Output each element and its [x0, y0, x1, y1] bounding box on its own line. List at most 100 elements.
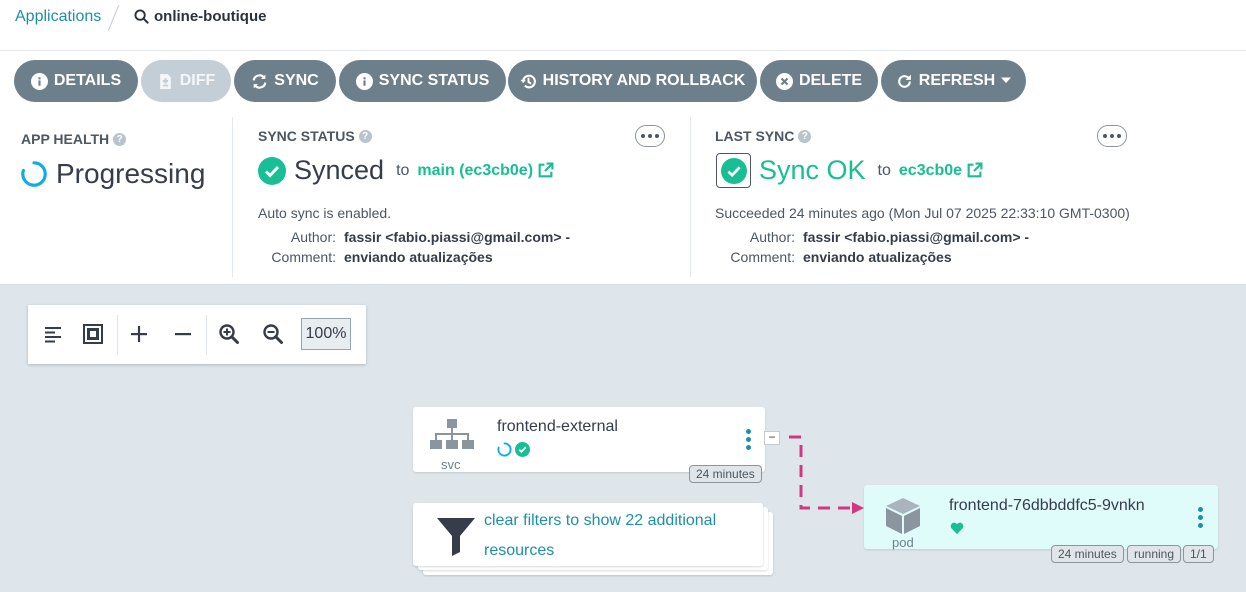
zoom-in-button[interactable]	[214, 319, 244, 349]
clear-filters-card[interactable]: clear filters to show 22 additional reso…	[413, 503, 763, 566]
sync-comment-row: Comment: enviando atualizações	[258, 249, 493, 265]
file-diff-icon	[157, 73, 174, 90]
last-sync-title: LAST SYNC ?	[715, 128, 812, 144]
pod-node[interactable]: pod frontend-76dbbddfc5-9vnkn	[864, 485, 1218, 550]
action-toolbar: DETAILS DIFF SYNC SYNC STATUS HISTORY AN…	[0, 51, 1246, 111]
panel-divider	[232, 117, 233, 277]
app-health-status-text: Progressing	[56, 158, 206, 189]
service-node[interactable]: svc frontend-external − 24 minutes	[413, 407, 780, 483]
breadcrumb-current: online-boutique	[134, 8, 266, 25]
network-service-icon	[430, 419, 474, 449]
sync-status-button[interactable]: SYNC STATUS	[339, 60, 506, 102]
external-link-icon	[538, 162, 554, 178]
last-sync-value: Sync OK to ec3cb0e	[716, 153, 983, 188]
last-sync-revision-link[interactable]: ec3cb0e	[899, 162, 983, 180]
minus-icon	[175, 333, 191, 336]
age-badge: 24 minutes	[1051, 545, 1124, 563]
last-sync-author-row: Author: fassir <fabio.piassi@gmail.com> …	[715, 229, 1029, 245]
help-icon[interactable]: ?	[798, 129, 812, 143]
progressing-icon	[497, 442, 512, 457]
app-health-title-text: APP HEALTH	[21, 131, 110, 147]
history-icon	[520, 73, 537, 90]
diff-button[interactable]: DIFF	[141, 60, 231, 102]
zoom-out-icon	[263, 324, 283, 344]
breadcrumb-applications-link[interactable]: Applications	[15, 8, 101, 26]
sync-author-row: Author: fassir <fabio.piassi@gmail.com> …	[258, 229, 570, 245]
node-menu-button[interactable]	[1198, 507, 1204, 528]
sync-revision-text: main (ec3cb0e)	[417, 161, 534, 179]
sync-icon	[251, 73, 268, 90]
history-rollback-button[interactable]: HISTORY AND ROLLBACK	[508, 60, 757, 102]
node-name: frontend-76dbbddfc5-9vnkn	[949, 497, 1145, 514]
app-health-title: APP HEALTH ?	[21, 131, 127, 147]
current-app-name: online-boutique	[154, 8, 267, 25]
caret-down-icon	[1001, 72, 1012, 90]
sync-revision-link[interactable]: main (ec3cb0e)	[417, 162, 554, 180]
align-left-button[interactable]	[38, 319, 68, 349]
synced-check-icon	[515, 442, 530, 457]
delete-circle-icon	[775, 72, 793, 90]
author-value: fassir <fabio.piassi@gmail.com> -	[344, 229, 571, 245]
info-icon	[30, 72, 48, 90]
zoom-in-icon	[219, 324, 239, 344]
last-sync-revision-text: ec3cb0e	[898, 161, 963, 179]
to-word: to	[877, 161, 891, 179]
last-sync-title-text: LAST SYNC	[715, 128, 795, 144]
filter-icon	[437, 518, 475, 556]
sync-status-more-button[interactable]	[635, 125, 665, 147]
help-icon[interactable]: ?	[358, 129, 372, 143]
check-circle-icon	[720, 157, 747, 184]
toolbar-separator	[117, 315, 118, 355]
refresh-icon	[896, 73, 913, 90]
author-label: Author:	[749, 229, 795, 245]
last-sync-succeeded-text: Succeeded 24 minutes ago (Mon Jul 07 202…	[715, 205, 1130, 221]
collapse-node-button[interactable]: −	[764, 431, 780, 445]
expand-button[interactable]	[124, 319, 154, 349]
collapse-button[interactable]	[168, 319, 198, 349]
last-sync-comment-row: Comment: enviando atualizações	[715, 249, 952, 265]
ready-count-badge: 1/1	[1183, 545, 1214, 563]
sync-status-text: Synced	[294, 155, 385, 185]
age-badge: 24 minutes	[689, 465, 762, 483]
details-button-label: DETAILS	[53, 72, 122, 89]
comment-value: enviando atualizações	[344, 249, 493, 265]
sync-status-button-label: SYNC STATUS	[378, 72, 490, 89]
refresh-button-label: REFRESH	[918, 72, 996, 89]
zoom-out-button[interactable]	[258, 319, 288, 349]
search-icon	[134, 9, 149, 24]
node-menu-button[interactable]	[746, 429, 752, 450]
last-sync-status-text: Sync OK	[759, 155, 866, 185]
breadcrumb-separator	[107, 4, 120, 32]
last-sync-more-button[interactable]	[1097, 125, 1127, 147]
node-kind-label: pod	[892, 535, 914, 550]
top-bar: Applications online-boutique	[0, 0, 1246, 51]
clear-filters-link[interactable]: clear filters to show 22 additional reso…	[484, 506, 754, 566]
cube-pod-icon	[886, 498, 920, 534]
refresh-button[interactable]: REFRESH	[881, 60, 1026, 102]
history-button-label: HISTORY AND ROLLBACK	[542, 72, 746, 89]
graph-toolbar: 100%	[28, 305, 366, 364]
sync-button-label: SYNC	[274, 72, 319, 89]
auto-sync-text: Auto sync is enabled.	[258, 205, 392, 221]
comment-label: Comment:	[271, 249, 336, 265]
healthy-heart-icon	[950, 522, 964, 535]
app-health-status: Progressing	[20, 158, 205, 190]
sync-status-title: SYNC STATUS ?	[258, 128, 372, 144]
to-word: to	[396, 161, 410, 179]
fit-screen-button[interactable]	[78, 319, 108, 349]
external-link-icon	[967, 162, 983, 178]
comment-value: enviando atualizações	[803, 249, 952, 265]
details-button[interactable]: DETAILS	[14, 60, 138, 102]
node-name: frontend-external	[497, 418, 618, 435]
delete-button[interactable]: DELETE	[760, 60, 878, 102]
toolbar-separator	[206, 315, 207, 355]
author-label: Author:	[290, 229, 336, 245]
progressing-icon	[21, 161, 47, 187]
check-circle-icon	[258, 156, 286, 185]
sync-status-title-text: SYNC STATUS	[258, 128, 355, 144]
help-icon[interactable]: ?	[113, 132, 127, 146]
sync-button[interactable]: SYNC	[234, 60, 336, 102]
sync-ok-box	[716, 153, 751, 188]
pod-phase-badge: running	[1127, 545, 1182, 563]
panel-divider	[690, 117, 691, 277]
